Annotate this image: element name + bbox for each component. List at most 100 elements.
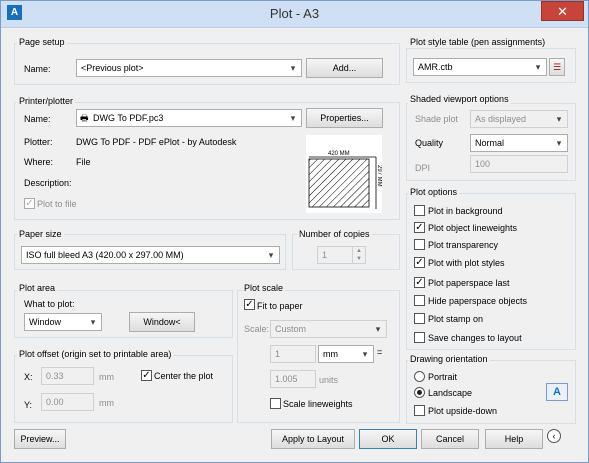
paper-size-value: ISO full bleed A3 (420.00 x 297.00 MM) — [26, 250, 184, 260]
center-plot-label: Center the plot — [154, 371, 214, 381]
scale-label: Scale: — [244, 324, 270, 334]
chevron-down-icon: ▾ — [556, 114, 562, 124]
plot-in-background-checkbox[interactable] — [414, 205, 425, 216]
offset-x-input[interactable]: 0.33 — [41, 367, 94, 385]
plot-style-dropdown[interactable]: AMR.ctb ▾ — [413, 58, 547, 76]
plot-transparency-label: Plot transparency — [428, 240, 499, 250]
offset-y-input[interactable]: 0.00 — [41, 393, 94, 411]
scale-equals-icon: = — [377, 347, 383, 357]
offset-x-label: X: — [24, 372, 33, 382]
quality-label: Quality — [415, 138, 444, 148]
shade-plot-label: Shade plot — [415, 114, 459, 124]
plot-paperspace-last-label: Plot paperspace last — [428, 278, 510, 288]
window-select-button[interactable]: Window< — [129, 312, 195, 332]
scale-value2: 1.005 — [275, 374, 298, 384]
plot-with-plot-styles-checkbox[interactable]: ✓ — [414, 257, 425, 268]
plot-stamp-on-checkbox[interactable] — [414, 313, 425, 324]
chevron-down-icon: ▾ — [362, 349, 368, 359]
dpi-value: 100 — [475, 159, 491, 169]
chevron-down-icon: ▾ — [290, 63, 296, 73]
plot-upside-down-checkbox[interactable] — [414, 405, 425, 416]
save-changes-to-layout-label: Save changes to layout — [428, 333, 522, 343]
scale-dropdown[interactable]: Custom ▾ — [270, 320, 387, 338]
plot-dialog: A Plot - A3 ✕ Page setup Name: <Previous… — [0, 0, 589, 463]
plot-style-value: AMR.ctb — [418, 62, 453, 72]
printer-name-dropdown[interactable]: 🖶 DWG To PDF.pc3 ▾ — [76, 109, 302, 127]
save-changes-to-layout-checkbox[interactable] — [414, 332, 425, 343]
cancel-button[interactable]: Cancel — [421, 429, 479, 449]
offset-y-label: Y: — [24, 400, 33, 410]
scale-unit-value: mm — [323, 349, 338, 359]
collapse-options-icon[interactable]: ‹ — [547, 429, 561, 443]
plot-to-file-checkbox[interactable]: ✓ — [24, 198, 35, 209]
what-to-plot-value: Window — [29, 317, 62, 327]
preview-height-label: 297 MM — [376, 165, 382, 187]
offset-x-value: 0.33 — [46, 371, 64, 381]
what-to-plot-label: What to plot: — [24, 299, 75, 309]
paper-size-dropdown[interactable]: ISO full bleed A3 (420.00 x 297.00 MM) ▾ — [21, 246, 280, 264]
portrait-label: Portrait — [428, 372, 458, 382]
paper-size-label: Paper size — [17, 229, 64, 239]
edit-plot-style-button[interactable]: ☰ — [549, 58, 565, 76]
portrait-radio[interactable] — [414, 371, 425, 382]
plot-paperspace-last-checkbox[interactable]: ✓ — [414, 277, 425, 288]
preview-button[interactable]: Preview... — [14, 429, 66, 449]
shade-plot-dropdown[interactable]: As displayed ▾ — [470, 110, 568, 128]
hide-paperspace-objects-checkbox[interactable] — [414, 295, 425, 306]
scale-value: Custom — [275, 324, 307, 334]
scale-value1: 1 — [275, 349, 281, 359]
plotter-value: DWG To PDF - PDF ePlot - by Autodesk — [76, 137, 237, 147]
scale-unit2-label: units — [319, 375, 339, 385]
plot-to-file-label: Plot to file — [37, 199, 77, 209]
scale-unit-dropdown[interactable]: mm ▾ — [318, 345, 374, 363]
ok-button[interactable]: OK — [359, 429, 417, 449]
properties-button[interactable]: Properties... — [306, 108, 383, 128]
printer-name-value: DWG To PDF.pc3 — [93, 113, 164, 123]
dpi-label: DPI — [415, 163, 431, 173]
printer-plotter-label: Printer/plotter — [17, 96, 76, 106]
center-plot-checkbox[interactable]: ✓ — [141, 370, 152, 381]
plot-with-plot-styles-label: Plot with plot styles — [428, 258, 505, 268]
fit-to-paper-checkbox[interactable]: ✓ — [244, 299, 255, 310]
add-page-setup-button[interactable]: Add... — [306, 58, 383, 78]
page-setup-name-value: <Previous plot> — [81, 63, 144, 73]
spinner-arrows-icon[interactable]: ▲ ▼ — [352, 247, 365, 263]
preview-width-label: 420 MM — [328, 151, 350, 157]
plot-upside-down-label: Plot upside-down — [428, 406, 498, 416]
plot-options-label: Plot options — [408, 187, 460, 197]
help-button[interactable]: Help — [485, 429, 543, 449]
page-setup-name-dropdown[interactable]: <Previous plot> ▾ — [76, 59, 302, 77]
dpi-input[interactable]: 100 — [470, 155, 568, 173]
title-bar[interactable]: A Plot - A3 ✕ — [1, 1, 588, 28]
apply-to-layout-button[interactable]: Apply to Layout — [271, 429, 355, 449]
page-setup-label: Page setup — [17, 37, 67, 47]
plot-object-lineweights-checkbox[interactable]: ✓ — [414, 222, 425, 233]
scale-lineweights-checkbox[interactable] — [270, 398, 281, 409]
scale-value2-input[interactable]: 1.005 — [270, 370, 316, 388]
copies-value: 1 — [322, 250, 328, 260]
copies-spinner[interactable]: 1 ▲ ▼ — [317, 246, 366, 264]
plot-offset-group — [14, 355, 233, 423]
window-title: Plot - A3 — [269, 6, 320, 21]
landscape-label: Landscape — [428, 388, 473, 398]
shade-plot-value: As displayed — [475, 114, 527, 124]
quality-dropdown[interactable]: Normal ▾ — [470, 134, 568, 152]
drawing-orientation-label: Drawing orientation — [408, 354, 490, 364]
shaded-viewport-label: Shaded viewport options — [408, 94, 511, 104]
close-button[interactable]: ✕ — [541, 1, 584, 21]
plot-area-label: Plot area — [17, 283, 58, 293]
chevron-down-icon: ▾ — [556, 138, 562, 148]
quality-value: Normal — [475, 138, 505, 148]
landscape-radio[interactable] — [414, 387, 425, 398]
plot-transparency-checkbox[interactable] — [414, 239, 425, 250]
description-label: Description: — [24, 178, 72, 188]
plot-object-lineweights-label: Plot object lineweights — [428, 223, 518, 233]
what-to-plot-dropdown[interactable]: Window ▾ — [24, 313, 102, 331]
where-value: File — [76, 157, 91, 167]
chevron-down-icon: ▾ — [535, 62, 541, 72]
plot-style-label: Plot style table (pen assignments) — [408, 37, 548, 47]
scale-value1-input[interactable]: 1 — [270, 345, 316, 363]
landscape-orientation-icon: A — [546, 383, 568, 401]
paper-preview: 420 MM 297 MM — [306, 135, 382, 213]
plot-stamp-on-label: Plot stamp on — [428, 314, 484, 324]
